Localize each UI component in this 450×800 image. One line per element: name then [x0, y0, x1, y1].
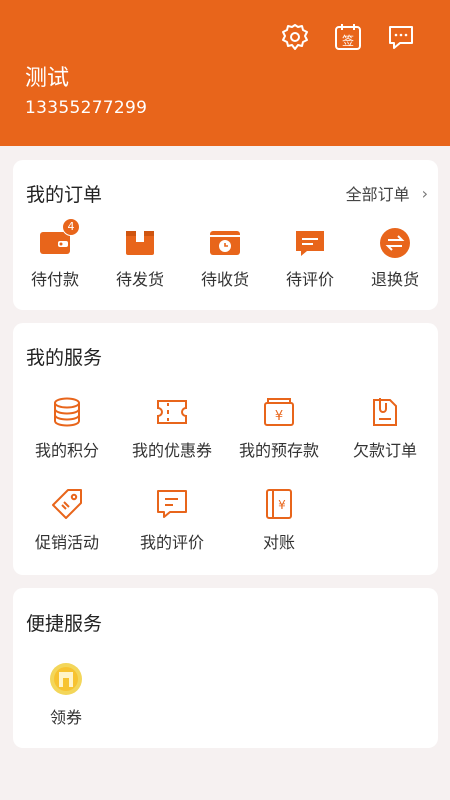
all-orders-link[interactable]: 全部订单 › [346, 181, 428, 205]
service-item-label: 对账 [262, 533, 295, 552]
orders-card: 我的订单 全部订单 › 4 待付款 待发货 待收货 待评价 退换货 [13, 160, 438, 310]
service-item-label: 促销活动 [34, 533, 99, 552]
coupon-icon [155, 395, 189, 429]
wallet-icon: 4 [38, 218, 80, 260]
service-debt-orders[interactable]: 欠款订单 [330, 395, 440, 461]
service-item-label: 我的评价 [139, 533, 204, 552]
service-reviews[interactable]: 我的评价 [117, 487, 227, 553]
coupon-claim-icon [49, 662, 83, 696]
order-item-label: 待评价 [285, 270, 334, 289]
service-reconciliation[interactable]: ¥ 对账 [224, 487, 334, 553]
user-name: 测试 [25, 66, 70, 91]
chevron-right-icon: › [421, 183, 428, 203]
message-icon[interactable] [386, 22, 416, 52]
order-item-label: 待发货 [115, 270, 164, 289]
gear-icon[interactable] [280, 22, 310, 52]
order-item-label: 退换货 [370, 270, 419, 289]
all-orders-label: 全部订单 [345, 185, 410, 204]
services-title: 我的服务 [26, 347, 103, 369]
clock-box-icon [208, 226, 242, 260]
debt-icon [368, 395, 402, 429]
service-coupons[interactable]: 我的优惠券 [117, 395, 227, 461]
quick-services-title: 便捷服务 [26, 613, 103, 635]
deposit-icon: ¥ [262, 395, 296, 429]
order-returns[interactable]: 退换货 [355, 226, 435, 290]
svg-text:¥: ¥ [275, 409, 283, 424]
svg-text:签: 签 [342, 33, 354, 48]
exchange-icon [378, 226, 412, 260]
order-pending-shipment[interactable]: 待发货 [100, 226, 180, 290]
order-item-label: 待收货 [200, 270, 249, 289]
svg-text:¥: ¥ [278, 498, 286, 512]
order-pending-review[interactable]: 待评价 [270, 226, 350, 290]
services-card: 我的服务 我的积分 我的优惠券 ¥ 我的预存款 欠款订单 促销活动 我的评价 ¥… [13, 323, 438, 575]
profile-header: 签 测试 13355277299 [0, 0, 450, 146]
sign-in-icon[interactable]: 签 [333, 22, 363, 52]
comment-icon [293, 226, 327, 260]
quick-item-label: 领券 [49, 708, 82, 727]
tag-icon [50, 487, 84, 521]
ledger-icon: ¥ [262, 487, 296, 521]
order-item-label: 待付款 [30, 270, 79, 289]
order-pending-payment[interactable]: 4 待付款 [15, 218, 95, 290]
service-item-label: 我的优惠券 [131, 441, 212, 460]
review-icon [155, 487, 189, 521]
pending-payment-badge: 4 [62, 218, 80, 236]
service-points[interactable]: 我的积分 [12, 395, 122, 461]
coins-icon [50, 395, 84, 429]
box-icon [123, 226, 157, 260]
service-promotions[interactable]: 促销活动 [12, 487, 122, 553]
quick-services-card: 便捷服务 领券 [13, 588, 438, 748]
service-item-label: 我的预存款 [238, 441, 319, 460]
orders-title: 我的订单 [26, 184, 103, 206]
quick-coupon-claim[interactable]: 领券 [11, 662, 121, 728]
user-phone: 13355277299 [25, 98, 148, 118]
service-item-label: 我的积分 [34, 441, 99, 460]
order-pending-receipt[interactable]: 待收货 [185, 226, 265, 290]
service-item-label: 欠款订单 [352, 441, 417, 460]
service-deposit[interactable]: ¥ 我的预存款 [224, 395, 334, 461]
